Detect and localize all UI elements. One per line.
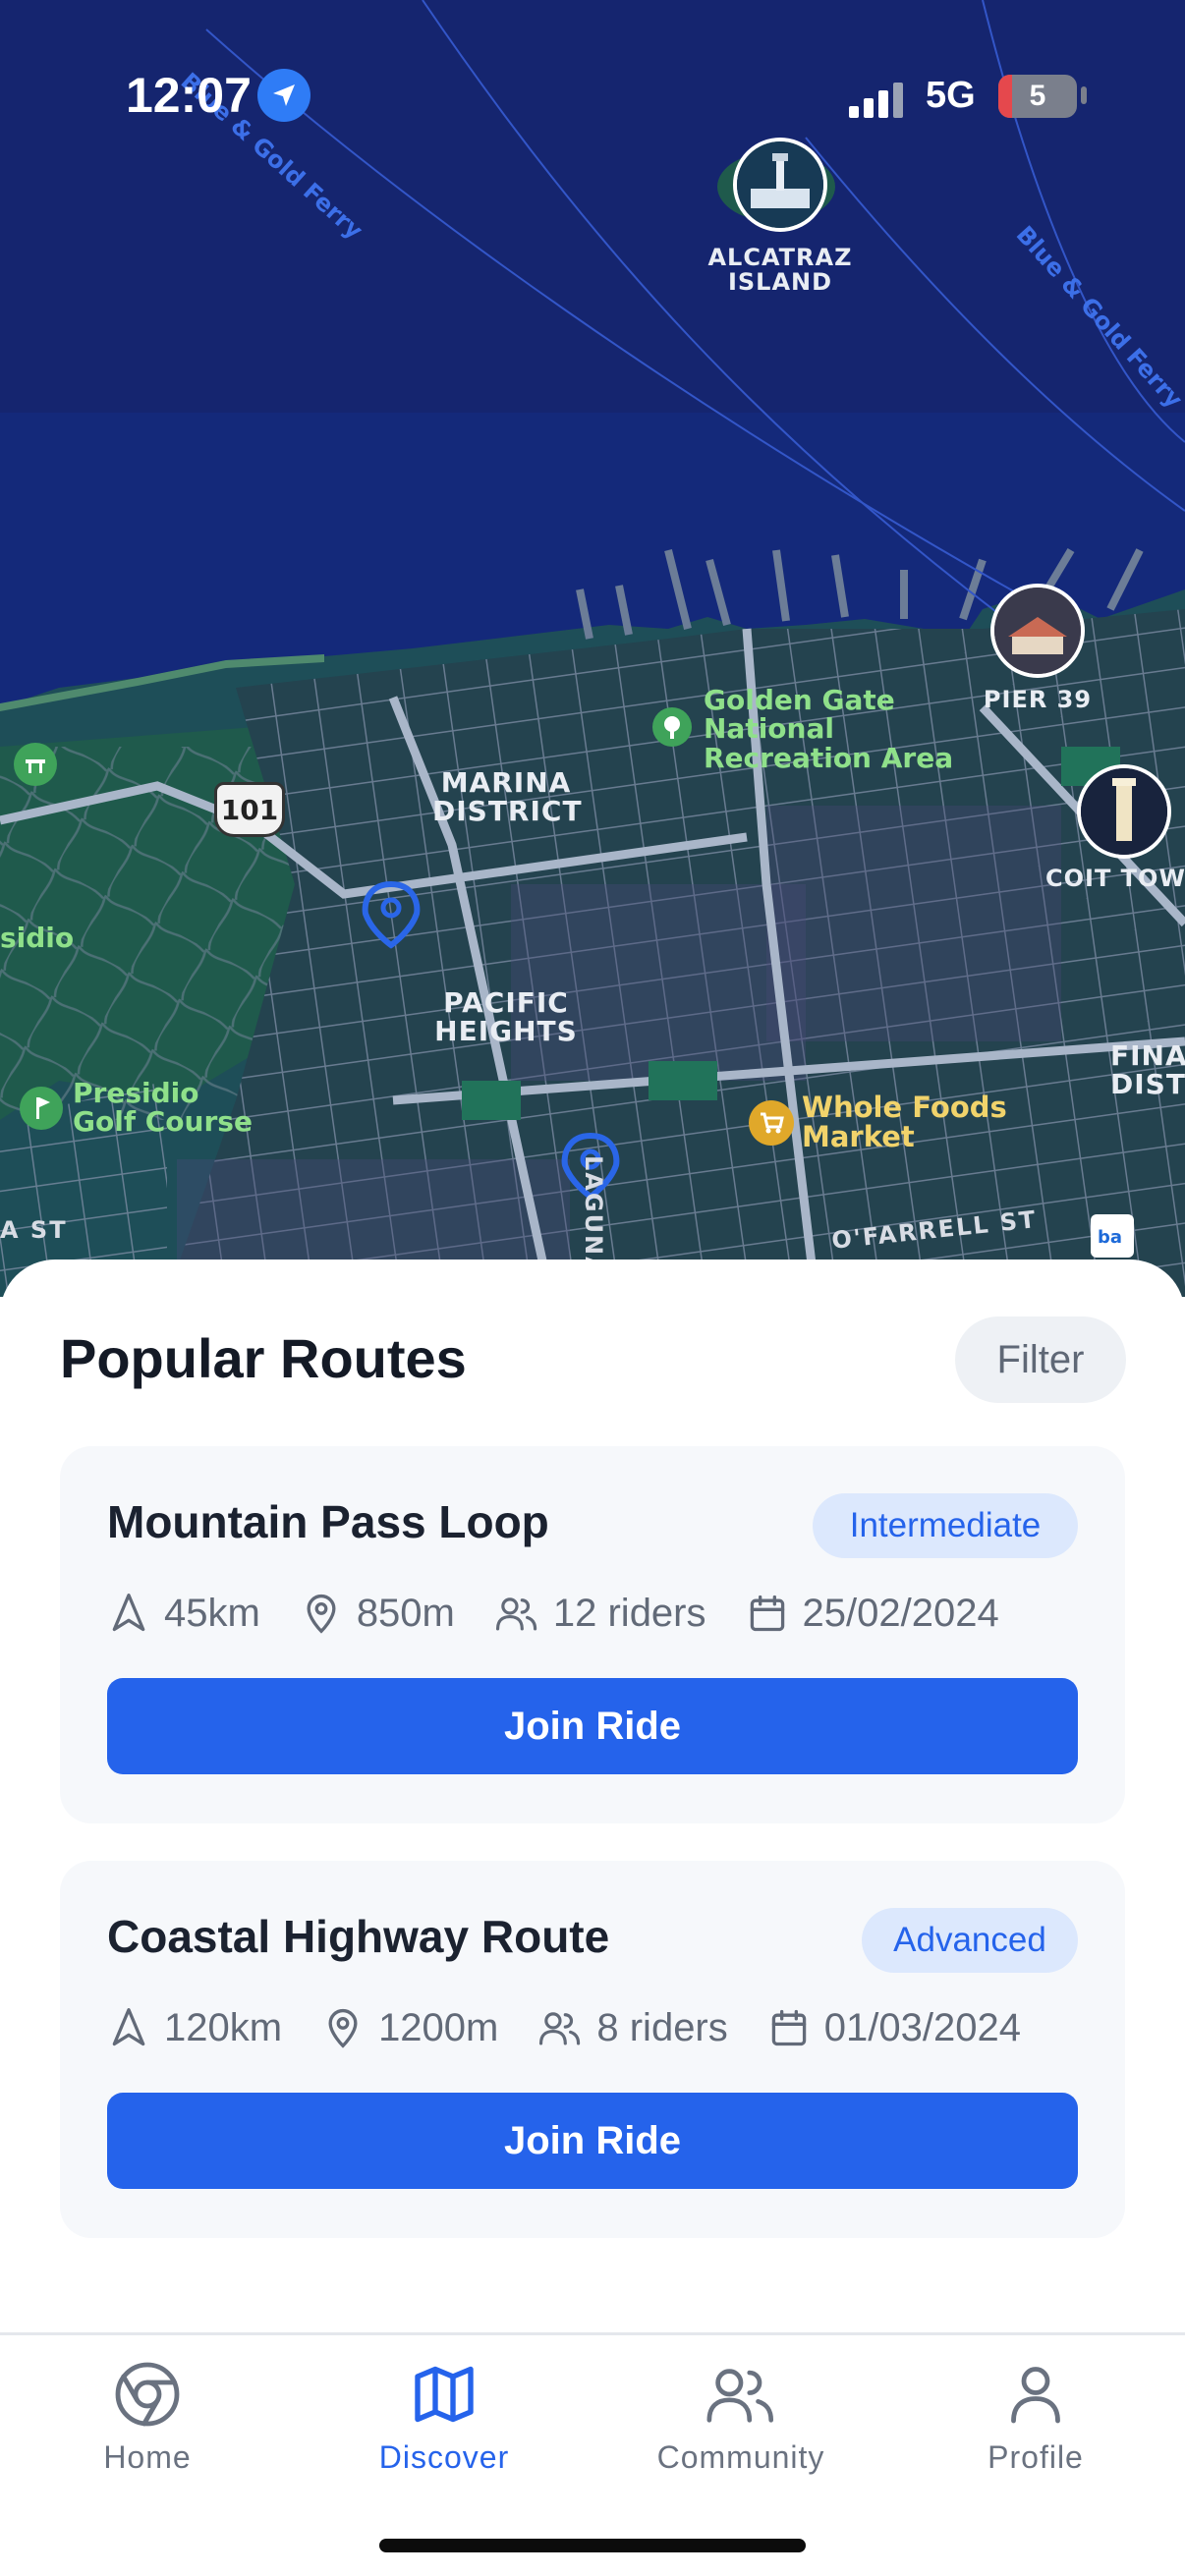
filter-button[interactable]: Filter [955, 1316, 1126, 1403]
status-time: 12:07 [126, 68, 252, 123]
marina-district-label: MARINA DISTRICT [432, 766, 583, 828]
tab-home[interactable]: Home [29, 2355, 265, 2492]
coit-tower-label: COIT TOWER [1045, 865, 1185, 892]
riders-value: 8 riders [596, 2005, 728, 2049]
map-icon [415, 2366, 474, 2423]
map-pin-icon [307, 1594, 336, 1634]
tab-label: Home [103, 2439, 192, 2475]
elevation-value: 1200m [378, 2005, 499, 2049]
highway-101-label: 101 [220, 793, 279, 826]
route-stats: 45km 850m 12 riders 25/02/2024 [107, 1584, 1039, 1643]
distance-stat: 120km [107, 2006, 282, 2050]
calendar-icon [750, 1595, 784, 1632]
battery-level: 5 [1029, 80, 1046, 112]
route-card[interactable]: Mountain Pass Loop Intermediate 45km 850… [60, 1446, 1125, 1823]
tab-profile[interactable]: Profile [918, 2355, 1154, 2492]
difficulty-badge: Advanced [862, 1908, 1078, 1973]
battery-icon: 5 [998, 75, 1077, 118]
tab-label: Profile [988, 2439, 1084, 2475]
whole-foods-label: Whole Foods Market [802, 1091, 1007, 1154]
distance-stat: 45km [107, 1592, 260, 1636]
picnic-poi-icon[interactable] [14, 743, 57, 786]
pier39-label: PIER 39 [983, 686, 1093, 713]
battery-tip [1081, 86, 1087, 104]
pacific-heights-label: PACIFIC HEIGHTS [434, 986, 578, 1048]
elevation-stat: 850m [300, 1592, 455, 1636]
tab-label: Community [656, 2439, 825, 2475]
distance-value: 45km [164, 1591, 260, 1635]
alcatraz-poi-icon[interactable] [733, 138, 827, 232]
park-poi-icon[interactable] [652, 707, 692, 747]
tab-label: Discover [378, 2439, 510, 2475]
elevation-stat: 1200m [321, 2006, 498, 2050]
financial-district-label: FINAN DIST [1110, 1039, 1185, 1101]
highway-101-shield: 101 [214, 782, 285, 837]
map-view[interactable]: ALCATRAZ ISLAND PIER 39 COIT TOWER MARIN… [0, 0, 1185, 1297]
golf-poi-icon[interactable] [20, 1087, 63, 1130]
riders-value: 12 riders [552, 1591, 706, 1635]
elevation-value: 850m [356, 1591, 455, 1635]
sheet-title: Popular Routes [60, 1327, 467, 1389]
difficulty-badge: Intermediate [813, 1493, 1078, 1558]
date-value: 25/02/2024 [802, 1591, 999, 1635]
presidio-golf-label: Presidio Golf Course [73, 1077, 253, 1139]
home-indicator[interactable] [379, 2539, 806, 2552]
map-pin-icon [328, 2008, 358, 2048]
golden-gate-label: Golden Gate National Recreation Area [704, 684, 954, 774]
coit-tower-poi-icon[interactable] [1077, 764, 1171, 859]
presidio-label: sidio [0, 922, 75, 954]
alcatraz-label: ALCATRAZ ISLAND [707, 244, 853, 297]
signal-bars-icon [849, 83, 904, 123]
join-ride-button[interactable]: Join Ride [107, 2093, 1078, 2189]
users-icon [706, 2369, 774, 2423]
users-icon [539, 2012, 581, 2045]
svg-text:ba: ba [1098, 1227, 1122, 1248]
users-icon [495, 1597, 537, 1631]
join-ride-button[interactable]: Join Ride [107, 1678, 1078, 1774]
route-card[interactable]: Coastal Highway Route Advanced 120km 120… [60, 1861, 1125, 2238]
date-stat: 25/02/2024 [746, 1592, 999, 1636]
shopping-cart-icon[interactable] [749, 1100, 794, 1146]
navigation-icon [112, 2008, 145, 2046]
date-stat: 01/03/2024 [767, 2006, 1021, 2050]
tab-community[interactable]: Community [623, 2355, 859, 2492]
riders-stat: 12 riders [494, 1592, 706, 1636]
chrome-icon [115, 2362, 180, 2427]
street-label: A ST [0, 1216, 68, 1244]
pier39-poi-icon[interactable] [990, 584, 1085, 678]
route-stats: 120km 1200m 8 riders 01/03/2024 [107, 1998, 1060, 2057]
navigation-icon [112, 1594, 145, 1632]
route-name: Coastal Highway Route [107, 1911, 610, 1962]
riders-stat: 8 riders [537, 2005, 728, 2050]
transit-icon[interactable]: ba [1091, 1214, 1134, 1258]
calendar-icon [771, 2009, 806, 2046]
user-icon [1011, 2367, 1060, 2424]
route-name: Mountain Pass Loop [107, 1496, 549, 1547]
network-type: 5G [926, 75, 976, 116]
distance-value: 120km [164, 2005, 283, 2049]
date-value: 01/03/2024 [823, 2005, 1021, 2049]
location-arrow-icon [257, 69, 310, 122]
tab-discover[interactable]: Discover [326, 2355, 562, 2492]
